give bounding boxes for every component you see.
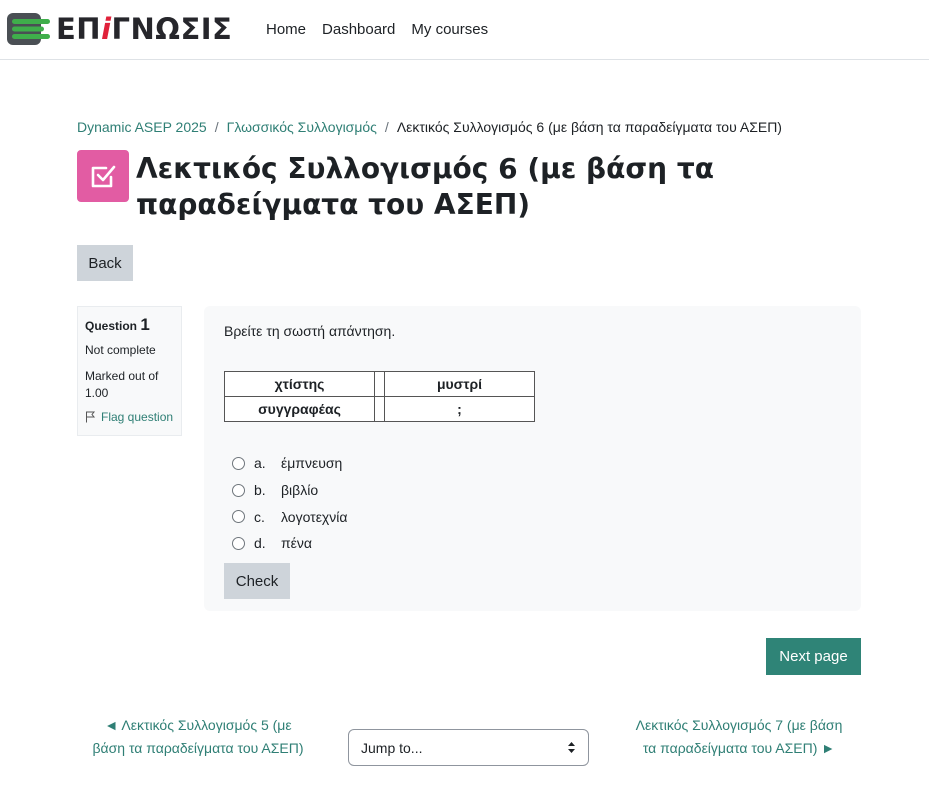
top-navbar: ΕΠiΓΝΩΣΙΣ Home Dashboard My courses <box>0 0 929 60</box>
radio-button[interactable] <box>232 456 245 470</box>
logo-text: ΕΠiΓΝΩΣΙΣ <box>56 12 233 46</box>
table-cell: ; <box>384 396 535 422</box>
answer-option-a[interactable]: a. έμπνευση <box>232 450 348 477</box>
answer-option-c[interactable]: c. λογοτεχνία <box>232 503 348 530</box>
table-cell <box>374 371 385 397</box>
answer-letter: c. <box>254 508 265 525</box>
question-number: Question 1 <box>85 315 150 334</box>
jump-to-label: Jump to... <box>361 739 423 756</box>
breadcrumb-section[interactable]: Γλωσσικός Συλλογισμός <box>227 117 377 137</box>
table-cell: μυστρί <box>384 371 535 397</box>
breadcrumb-separator: / <box>384 119 389 135</box>
table-row: συγγραφέας ; <box>224 396 535 422</box>
nav-my-courses[interactable]: My courses <box>403 19 496 41</box>
quiz-icon <box>77 150 129 202</box>
table-row: χτίστης μυστρί <box>224 371 535 397</box>
flag-question-link[interactable]: Flag question <box>85 410 174 424</box>
question-content: Βρείτε τη σωστή απάντηση. χτίστης μυστρί… <box>204 306 861 611</box>
next-activity-link[interactable]: Λεκτικός Συλλογισμός 7 (με βάση τα παραδ… <box>627 714 851 760</box>
question-state: Not complete <box>85 343 156 357</box>
page-title: Λεκτικός Συλλογισμός 6 (με βάση τα παραδ… <box>136 152 714 221</box>
previous-activity-link[interactable]: ◄ Λεκτικός Συλλογισμός 5 (με βάση τα παρ… <box>88 714 308 760</box>
answer-letter: a. <box>254 455 266 472</box>
answer-text: βιβλίο <box>281 482 319 499</box>
select-arrows-icon <box>568 742 575 753</box>
answer-letter: d. <box>254 535 266 552</box>
breadcrumb-separator: / <box>214 119 219 135</box>
breadcrumb-course[interactable]: Dynamic ASEP 2025 <box>77 117 207 137</box>
primary-navigation: Home Dashboard My courses <box>258 19 496 41</box>
jump-to-select[interactable]: Jump to... <box>348 729 589 766</box>
radio-button[interactable] <box>232 536 245 550</box>
answer-text: λογοτεχνία <box>281 508 348 525</box>
flag-question-label: Flag question <box>101 410 174 424</box>
nav-home[interactable]: Home <box>258 19 314 41</box>
next-page-button[interactable]: Next page <box>766 638 861 675</box>
question-grade: Marked out of 1.00 <box>85 369 159 400</box>
answer-options: a. έμπνευση b. βιβλίο c. λογοτεχνία d. π… <box>232 450 348 557</box>
nav-dashboard[interactable]: Dashboard <box>314 19 403 41</box>
analogy-table: χτίστης μυστρί συγγραφέας ; <box>224 371 535 422</box>
breadcrumb-current: Λεκτικός Συλλογισμός 6 (με βάση τα παραδ… <box>396 119 782 135</box>
flag-icon <box>86 411 96 423</box>
table-cell: χτίστης <box>224 371 375 397</box>
answer-letter: b. <box>254 482 266 499</box>
question-text: Βρείτε τη σωστή απάντηση. <box>224 323 396 339</box>
answer-option-b[interactable]: b. βιβλίο <box>232 477 348 504</box>
radio-button[interactable] <box>232 483 245 497</box>
answer-text: πένα <box>281 535 312 552</box>
table-cell <box>374 396 385 422</box>
site-logo[interactable]: ΕΠiΓΝΩΣΙΣ <box>6 12 232 48</box>
question-info-panel: Question 1 Not complete Marked out of 1.… <box>77 306 182 436</box>
radio-button[interactable] <box>232 510 245 524</box>
check-button[interactable]: Check <box>224 563 290 599</box>
answer-option-d[interactable]: d. πένα <box>232 530 348 557</box>
breadcrumb: Dynamic ASEP 2025 / Γλωσσικός Συλλογισμό… <box>77 117 782 137</box>
logo-mark-icon <box>7 13 50 45</box>
answer-text: έμπνευση <box>281 455 343 472</box>
checkbox-check-icon <box>91 165 116 188</box>
table-cell: συγγραφέας <box>224 396 375 422</box>
back-button[interactable]: Back <box>77 245 133 281</box>
